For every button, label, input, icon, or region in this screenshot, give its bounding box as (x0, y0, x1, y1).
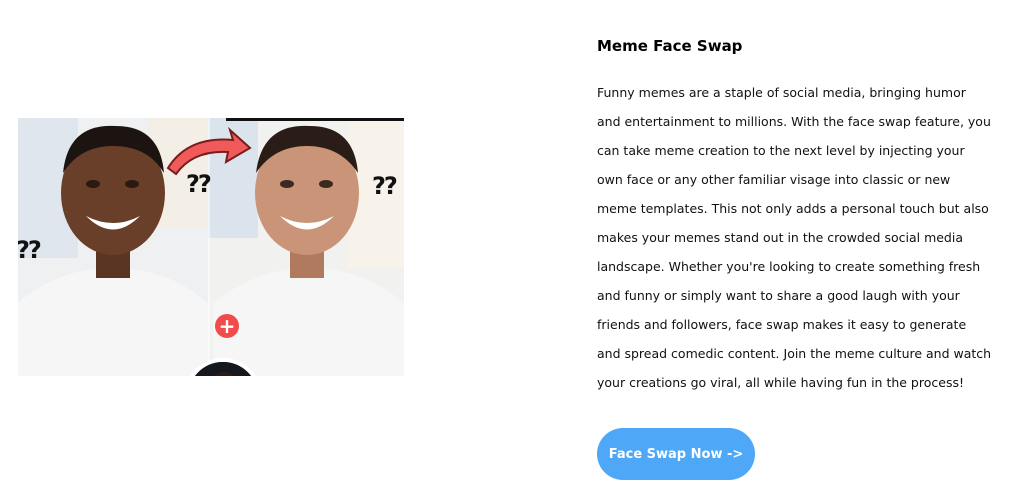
face-swap-now-button[interactable]: Face Swap Now -> (597, 428, 755, 480)
plus-icon: + (215, 314, 239, 338)
section-title: Meme Face Swap (597, 37, 743, 55)
section-description: Funny memes are a staple of social media… (597, 85, 992, 390)
question-marks-label: ?? (186, 170, 212, 198)
question-marks-label: ?? (372, 172, 398, 200)
question-marks-label: ?? (18, 236, 42, 264)
panel-top-border (226, 118, 404, 121)
meme-face-swap-example-image: ?? ?? ?? + (18, 118, 404, 376)
meme-illustration (18, 118, 404, 376)
